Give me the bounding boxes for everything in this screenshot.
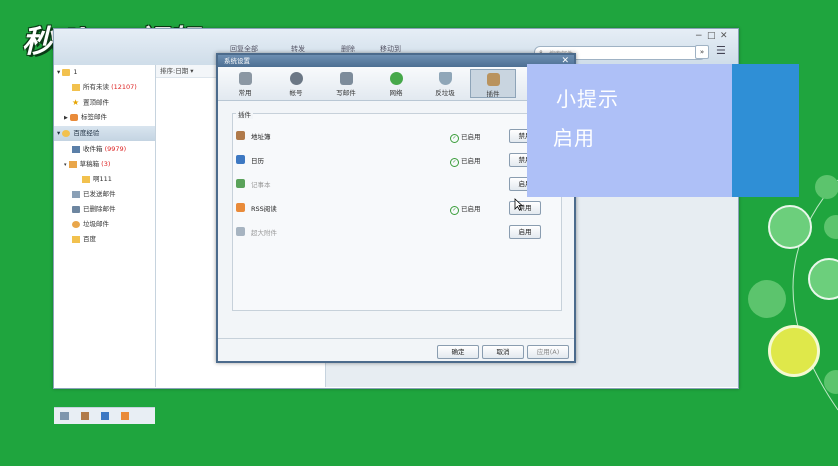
ok-button[interactable]: 确定	[437, 345, 479, 359]
addressbook-icon[interactable]	[81, 412, 89, 420]
decorative-circles	[738, 170, 838, 466]
maximize-button[interactable]: □	[707, 31, 716, 41]
account-1[interactable]: ▾ 1	[54, 65, 155, 80]
tab-network[interactable]: 网络	[373, 69, 419, 98]
addressbook-icon	[236, 131, 245, 140]
folder-unread[interactable]: 所有未读 (12107)	[54, 80, 155, 95]
folder-spam[interactable]: 垃圾邮件	[54, 217, 155, 232]
user-icon	[289, 72, 303, 85]
plugin-status: ✓ 已启用	[450, 203, 481, 215]
apply-button[interactable]: 应用(A)	[527, 345, 569, 359]
check-icon: ✓	[450, 158, 459, 167]
folder-deleted[interactable]: 已删除邮件	[54, 202, 155, 217]
folder-sidebar: ▾ 1 所有未读 (12107) ★ 置顶邮件 ▶ 标签邮件 ▾ 百度经验 收件箱…	[54, 65, 156, 424]
folder-pinned[interactable]: ★ 置顶邮件	[54, 95, 155, 110]
inbox-icon	[72, 145, 80, 153]
minimize-button[interactable]: −	[695, 31, 703, 41]
calendar-icon[interactable]	[101, 412, 109, 420]
mail-icon[interactable]	[60, 412, 69, 420]
trash-icon	[72, 205, 80, 213]
tip-title: 小提示	[556, 87, 619, 111]
folder-baidu[interactable]: 百度	[54, 232, 155, 247]
general-icon	[238, 72, 252, 85]
folder-icon	[62, 68, 71, 76]
spam-icon	[72, 220, 80, 228]
menu-icon[interactable]: ☰	[716, 44, 726, 57]
tab-compose[interactable]: 写邮件	[323, 69, 369, 98]
folder-icon	[72, 235, 80, 243]
tip-text: 启用	[553, 126, 595, 150]
settings-tabs: 常用 帐号 写邮件 网络 反垃圾 插件 高级	[218, 67, 574, 101]
circle-icon	[748, 280, 786, 318]
dialog-title: 系统设置	[218, 55, 574, 67]
tab-antispam[interactable]: 反垃圾	[422, 69, 468, 98]
rss-icon[interactable]	[121, 412, 129, 420]
star-icon: ★	[72, 98, 80, 107]
shield-icon	[438, 72, 452, 85]
search-options-button[interactable]: »	[695, 45, 709, 59]
plugin-row-large-attachment: 超大附件 启用	[236, 224, 546, 239]
sent-icon	[72, 190, 80, 198]
dialog-footer: 确定 取消 应用(A)	[218, 338, 574, 362]
attachment-icon	[236, 227, 245, 236]
plugin-row-notepad: 记事本 启用	[236, 176, 546, 191]
check-icon: ✓	[450, 206, 459, 215]
plugins-section-label: 插件	[236, 109, 253, 119]
plugin-status: ✓ 已启用	[450, 131, 481, 143]
cursor-icon	[514, 198, 523, 211]
folder-drafts[interactable]: ▾ 草稿箱 (3)	[54, 157, 155, 172]
folder-icon	[82, 175, 90, 183]
tab-general[interactable]: 常用	[222, 69, 268, 98]
folder-subfolder[interactable]: 啊111	[54, 172, 155, 187]
sidebar-footer	[54, 407, 155, 424]
account-2[interactable]: ▾ 百度经验	[54, 126, 155, 141]
plugin-status: ✓ 已启用	[450, 155, 481, 167]
folder-sent[interactable]: 已发送邮件	[54, 187, 155, 202]
tag-icon	[69, 113, 78, 121]
folder-icon	[72, 83, 80, 91]
drafts-icon	[68, 160, 77, 168]
close-button[interactable]: ✕	[720, 31, 728, 41]
plugin-name: 地址簿	[251, 133, 271, 141]
cancel-button[interactable]: 取消	[482, 345, 524, 359]
account-icon	[62, 129, 71, 137]
globe-icon	[389, 72, 403, 85]
plugin-name: 日历	[251, 157, 264, 165]
calendar-icon	[236, 155, 245, 164]
compose-icon	[339, 72, 353, 85]
plugin-row-calendar: 日历 ✓ 已启用 禁用	[236, 152, 546, 167]
folder-tagged[interactable]: ▶ 标签邮件	[54, 110, 155, 125]
plugin-name: RSS阅读	[251, 205, 277, 213]
plugin-toggle-button[interactable]: 启用	[509, 225, 541, 239]
tab-plugins[interactable]: 插件	[470, 69, 516, 98]
plugin-row-rss: RSS阅读 ✓ 已启用 禁用	[236, 200, 546, 215]
rss-icon	[236, 203, 245, 212]
folder-inbox[interactable]: 收件箱 (9979)	[54, 142, 155, 157]
plugin-name: 记事本	[251, 181, 271, 189]
brush-icon	[768, 205, 812, 249]
plugin-name: 超大附件	[251, 229, 277, 237]
plugin-icon	[486, 73, 500, 86]
check-icon: ✓	[450, 134, 459, 143]
circle-icon	[815, 175, 838, 199]
plugin-row-addressbook: 地址簿 ✓ 已启用 禁用	[236, 128, 546, 143]
pen-icon	[768, 325, 820, 377]
notepad-icon	[236, 179, 245, 188]
tab-account[interactable]: 帐号	[273, 69, 319, 98]
